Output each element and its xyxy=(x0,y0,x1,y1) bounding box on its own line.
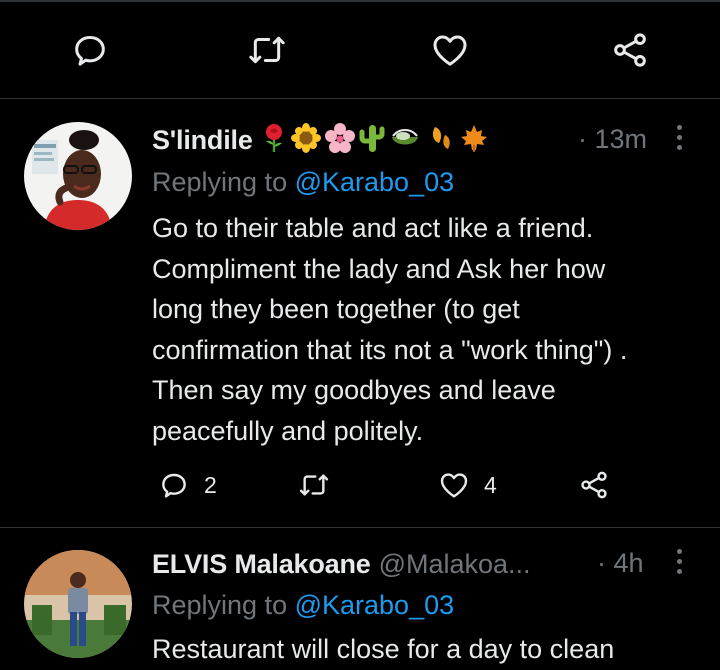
tweet-text: Restaurant will close for a day to clean xyxy=(152,634,615,664)
rose-icon xyxy=(261,123,287,158)
avatar[interactable] xyxy=(24,550,132,658)
like-count: 4 xyxy=(484,471,497,498)
reply-icon xyxy=(70,30,110,70)
more-options-icon[interactable] xyxy=(677,549,683,579)
username[interactable]: @Malakoa... xyxy=(379,549,531,580)
cherry-blossom-icon xyxy=(324,122,355,158)
retweet-button[interactable] xyxy=(247,30,287,70)
replying-to-label: Replying to xyxy=(152,590,295,620)
timestamp[interactable]: · 4h xyxy=(597,548,644,579)
timestamp[interactable]: · 13m xyxy=(578,124,647,155)
retweet-button[interactable] xyxy=(298,469,330,501)
cactus-icon xyxy=(359,123,385,158)
replying-to-label: Replying to xyxy=(152,167,295,197)
reply-count: 2 xyxy=(204,471,217,498)
like-icon xyxy=(430,30,470,70)
more-options-icon[interactable] xyxy=(677,125,683,155)
name-emojis xyxy=(261,122,489,158)
like-button[interactable]: 4 xyxy=(438,469,497,501)
like-icon xyxy=(438,469,470,501)
mention-link[interactable]: @Karabo_03 xyxy=(295,590,455,620)
mention-link[interactable]: @Karabo_03 xyxy=(295,167,455,197)
maple-leaf-icon xyxy=(459,123,489,158)
previous-tweet-actions xyxy=(0,0,720,100)
like-button[interactable] xyxy=(430,30,470,70)
tweet-header: S'lindile xyxy=(152,122,489,158)
share-icon xyxy=(578,469,610,501)
display-name[interactable]: ELVIS Malakoane xyxy=(152,549,371,580)
share-button[interactable] xyxy=(610,30,650,70)
share-icon xyxy=(610,30,650,70)
sunflower-icon xyxy=(290,122,321,158)
tweet-header: ELVIS Malakoane @Malakoa... xyxy=(152,547,531,581)
display-name[interactable]: S'lindile xyxy=(152,125,253,156)
nest-icon xyxy=(389,123,421,158)
retweet-icon xyxy=(298,469,330,501)
reply-button[interactable] xyxy=(70,30,110,70)
tweet[interactable]: ELVIS Malakoane @Malakoa... · 4h Replyin… xyxy=(0,528,720,664)
autumn-leaves-icon xyxy=(425,123,455,158)
replying-to: Replying to @Karabo_03 xyxy=(152,167,454,198)
share-button[interactable] xyxy=(578,469,610,501)
replying-to: Replying to @Karabo_03 xyxy=(152,590,454,621)
retweet-icon xyxy=(247,30,287,70)
tweet[interactable]: S'lindile · 13m Replying to @Karabo_03 G… xyxy=(0,99,720,527)
avatar[interactable] xyxy=(24,122,132,230)
reply-button[interactable]: 2 xyxy=(158,469,217,501)
tweet-text: Go to their table and act like a friend.… xyxy=(152,213,628,446)
reply-icon xyxy=(158,469,190,501)
